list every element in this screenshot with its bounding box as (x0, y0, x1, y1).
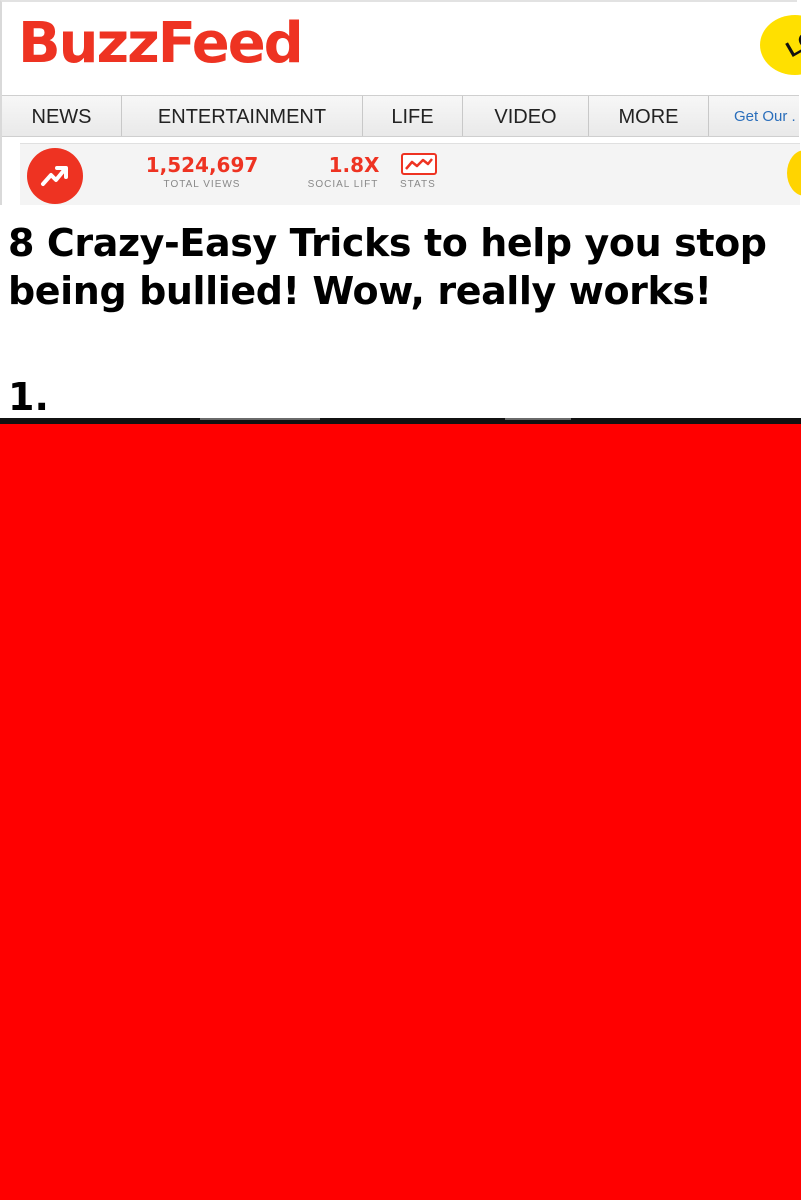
lol-badge-text: LO (781, 25, 801, 63)
social-lift-stat: 1.8X SOCIAL LIFT (295, 152, 391, 192)
stats-label[interactable]: STATS (400, 179, 436, 190)
stats-bar: 1,524,697 TOTAL VIEWS 1.8X SOCIAL LIFT S… (20, 143, 800, 205)
list-item-number: 1. (8, 375, 49, 419)
total-views-stat: 1,524,697 TOTAL VIEWS (145, 152, 259, 192)
nav-item-news[interactable]: NEWS (2, 96, 122, 136)
total-views-label: TOTAL VIEWS (163, 179, 241, 190)
line-chart-icon[interactable] (401, 153, 437, 175)
get-our-app-link[interactable]: Get Our . (734, 96, 796, 136)
main-nav: NEWS ENTERTAINMENT LIFE VIDEO MORE Get O… (2, 95, 799, 137)
edge-shade (505, 418, 571, 420)
buzzfeed-logo[interactable]: BuzzFeed (18, 14, 304, 74)
red-image-block (0, 424, 801, 1200)
article-headline: 8 Crazy-Easy Tricks to help you stop bei… (8, 221, 767, 313)
site-header: BuzzFeed LO NEWS ENTERTAINMENT LIFE VIDE… (0, 0, 801, 205)
total-views-value: 1,524,697 (145, 153, 259, 177)
nav-item-more[interactable]: MORE (589, 96, 709, 136)
nav-item-video[interactable]: VIDEO (463, 96, 589, 136)
social-lift-label: SOCIAL LIFT (307, 179, 379, 190)
nav-item-life[interactable]: LIFE (363, 96, 463, 136)
social-lift-value: 1.8X (328, 153, 380, 177)
trending-arrow-icon[interactable] (27, 148, 83, 204)
nav-item-entertainment[interactable]: ENTERTAINMENT (122, 96, 363, 136)
article: 8 Crazy-Easy Tricks to help you stop bei… (0, 205, 801, 421)
edge-shade (200, 418, 320, 420)
